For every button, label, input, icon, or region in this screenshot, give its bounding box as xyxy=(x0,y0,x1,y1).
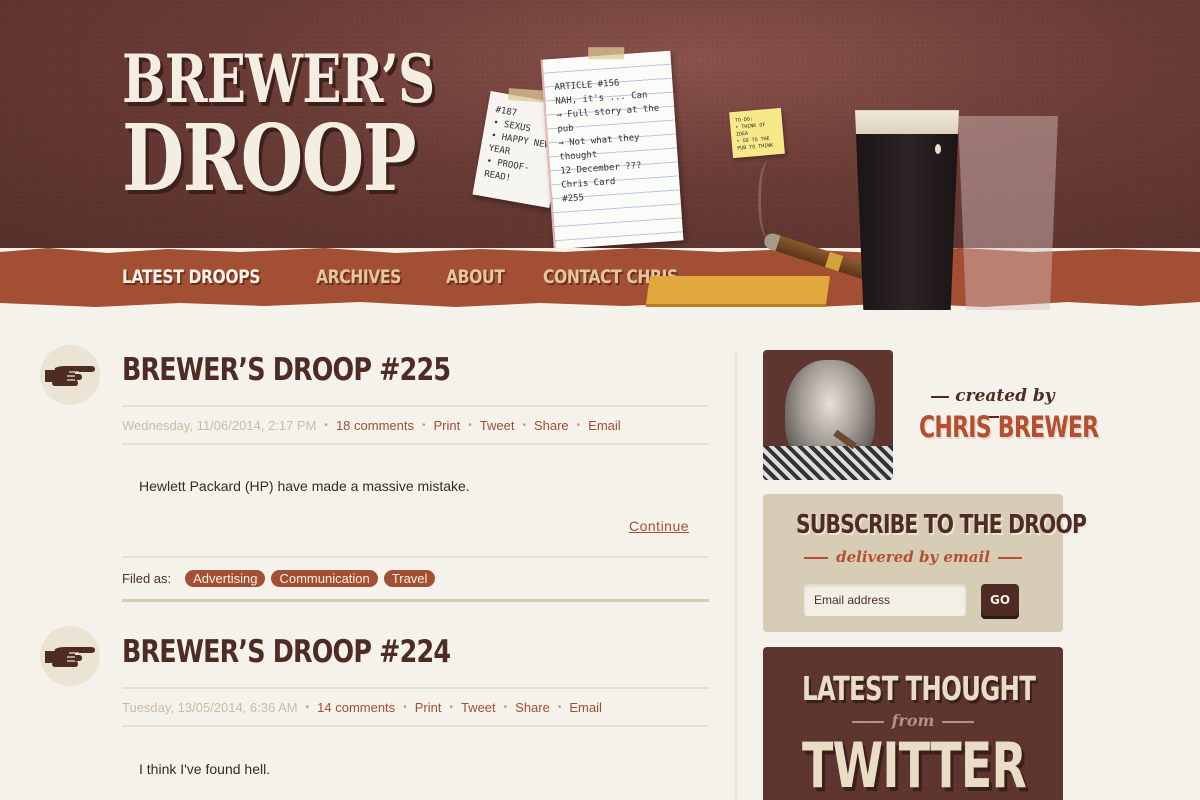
pointing-hand-icon xyxy=(40,345,100,405)
subscribe-subtitle: delivered by email xyxy=(763,548,1063,566)
twitter-heading-latest: LATEST THOUGHT xyxy=(802,669,1036,708)
column-divider xyxy=(735,350,737,800)
nav-archives[interactable]: ARCHIVES xyxy=(316,266,401,288)
author-portrait xyxy=(763,350,893,480)
post-tags: Filed as: Advertising Communication Trav… xyxy=(122,556,709,602)
nav-about[interactable]: ABOUT xyxy=(446,266,505,288)
email-link[interactable]: Email xyxy=(569,700,602,715)
comments-link[interactable]: 18 comments xyxy=(336,418,414,433)
post-meta: Wednesday, 11/06/2014, 2:17 PM • 18 comm… xyxy=(122,405,709,445)
logo-line-2: DROOP xyxy=(122,104,417,212)
logo-line-1: BREWER’S xyxy=(122,40,435,118)
share-link[interactable]: Share xyxy=(534,418,569,433)
tweet-link[interactable]: Tweet xyxy=(480,418,515,433)
print-link[interactable]: Print xyxy=(434,418,461,433)
sticky-note-text: TO-DO: • THINK OF IDEA • GO TO THE PUB T… xyxy=(734,116,774,152)
share-link[interactable]: Share xyxy=(515,700,550,715)
post-meta: Tuesday, 13/05/2014, 6:36 AM • 14 commen… xyxy=(122,687,709,727)
filed-as-label: Filed as: xyxy=(122,571,172,586)
meta-separator: • xyxy=(324,419,328,431)
main-nav: LATEST DROOPS ARCHIVES ABOUT CONTACT CHR… xyxy=(122,266,708,288)
subscribe-box: SUBSCRIBE TO THE DROOP delivered by emai… xyxy=(763,494,1087,632)
post-excerpt: Hewlett Packard (HP) have made a massive… xyxy=(139,478,470,494)
post-title[interactable]: BREWER’S DROOP #224 xyxy=(122,634,451,670)
author-name: CHRIS BREWER xyxy=(919,410,1099,444)
tag-communication[interactable]: Communication xyxy=(271,570,378,587)
large-note-text: ARTICLE #156 NAH, it's ... Can → Full st… xyxy=(554,78,660,205)
post-title[interactable]: BREWER’S DROOP #225 xyxy=(122,352,451,388)
empty-pint-illustration xyxy=(958,116,1058,310)
coaster-illustration xyxy=(646,276,830,304)
twitter-heading-from: from xyxy=(763,711,1063,730)
sticky-note: TO-DO: • THINK OF IDEA • GO TO THE PUB T… xyxy=(729,107,785,159)
post-excerpt: I think I've found hell. xyxy=(139,761,271,777)
twitter-heading-twitter: TWITTER xyxy=(802,729,1027,800)
pointing-hand-icon xyxy=(40,626,100,686)
post-date: Wednesday, 11/06/2014, 2:17 PM xyxy=(122,417,317,433)
smoke-illustration xyxy=(758,160,780,240)
tweet-link[interactable]: Tweet xyxy=(461,700,496,715)
comments-link[interactable]: 14 comments xyxy=(317,700,395,715)
full-pint-illustration xyxy=(855,110,959,310)
go-button[interactable]: GO xyxy=(981,584,1019,616)
large-note: ARTICLE #156 NAH, it's ... Can → Full st… xyxy=(540,47,684,248)
subscribe-title: SUBSCRIBE TO THE DROOP xyxy=(796,510,1087,540)
print-link[interactable]: Print xyxy=(415,700,442,715)
nav-latest-droops[interactable]: LATEST DROOPS xyxy=(122,266,260,288)
email-link[interactable]: Email xyxy=(588,418,621,433)
twitter-box: LATEST THOUGHT from TWITTER xyxy=(763,647,1063,800)
tag-travel[interactable]: Travel xyxy=(383,570,436,587)
tag-advertising[interactable]: Advertising xyxy=(185,570,266,587)
continue-link[interactable]: Continue xyxy=(629,518,689,534)
site-logo[interactable]: BREWER’S DROOP xyxy=(122,46,523,204)
post-date: Tuesday, 13/05/2014, 6:36 AM xyxy=(122,699,298,715)
email-field[interactable] xyxy=(804,584,966,616)
